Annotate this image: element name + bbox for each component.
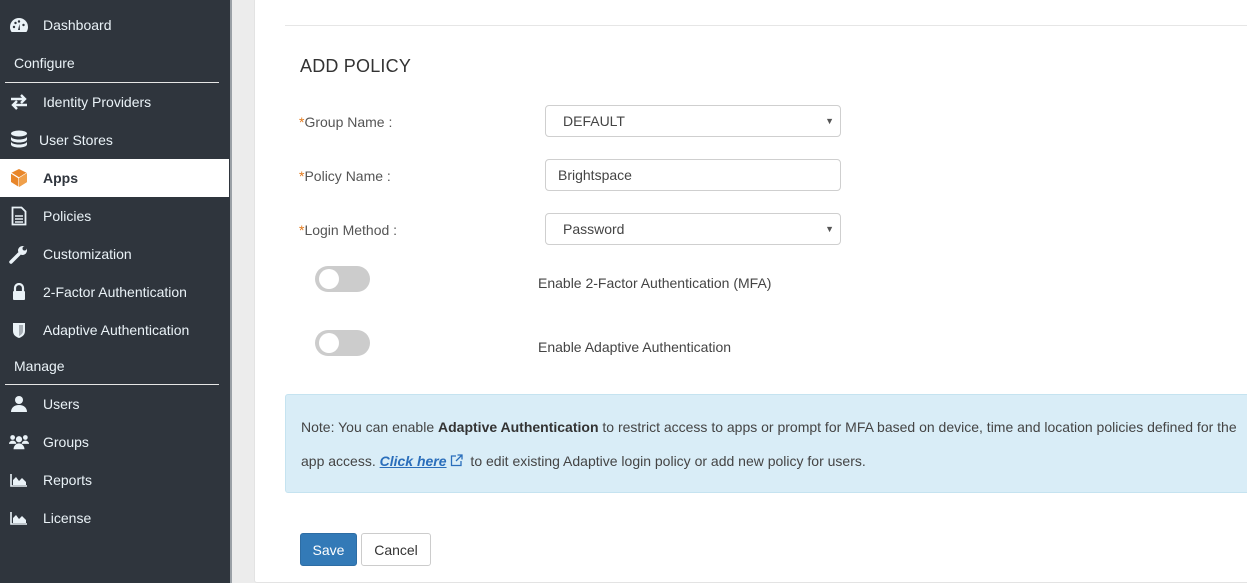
info-note: Note: You can enable Adaptive Authentica… bbox=[285, 394, 1247, 493]
section-configure: Configure bbox=[14, 55, 75, 71]
login-method-select[interactable]: Password ▼ bbox=[545, 213, 841, 245]
section-manage: Manage bbox=[14, 358, 65, 374]
click-here-link[interactable]: Click here bbox=[380, 453, 447, 469]
area-chart-icon bbox=[9, 508, 29, 528]
sidebar-item-label: Users bbox=[43, 396, 80, 412]
sidebar-edge bbox=[230, 0, 232, 583]
sidebar-item-apps[interactable]: Apps bbox=[0, 159, 229, 197]
policy-name-label: *Policy Name : bbox=[299, 168, 391, 184]
sidebar-item-label: Identity Providers bbox=[43, 94, 152, 110]
note-line-2: app access. Click here to edit existing … bbox=[301, 453, 866, 470]
divider bbox=[285, 25, 1247, 26]
sidebar-item-label: 2-Factor Authentication bbox=[43, 284, 187, 300]
chevron-down-icon: ▼ bbox=[825, 224, 834, 234]
sidebar-item-label: Policies bbox=[43, 208, 92, 224]
sidebar-item-label: License bbox=[43, 510, 92, 526]
sidebar-item-license[interactable]: License bbox=[0, 499, 229, 537]
sidebar-item-adaptive-auth[interactable]: Adaptive Authentication bbox=[0, 311, 229, 349]
lock-icon bbox=[9, 282, 29, 302]
adaptive-auth-toggle-label: Enable Adaptive Authentication bbox=[538, 339, 732, 355]
sidebar-item-label: Apps bbox=[43, 170, 78, 186]
sidebar-item-label: Groups bbox=[43, 434, 89, 450]
dashboard-icon bbox=[9, 15, 29, 35]
sidebar-item-customization[interactable]: Customization bbox=[0, 235, 229, 273]
sidebar-item-groups[interactable]: Groups bbox=[0, 423, 229, 461]
sidebar-item-label: Adaptive Authentication bbox=[43, 322, 190, 338]
exchange-arrows-icon bbox=[9, 92, 29, 112]
sidebar: Dashboard Configure Identity Providers U… bbox=[0, 0, 230, 583]
policy-card bbox=[254, 0, 1247, 583]
area-chart-icon bbox=[9, 470, 29, 490]
login-method-label: *Login Method : bbox=[299, 222, 398, 238]
sidebar-item-dashboard[interactable]: Dashboard bbox=[0, 6, 229, 44]
sidebar-item-label: Reports bbox=[43, 472, 93, 488]
sidebar-item-label: Dashboard bbox=[43, 17, 112, 33]
document-icon bbox=[9, 206, 29, 226]
page-title: ADD POLICY bbox=[300, 56, 412, 76]
policy-name-input[interactable]: Brightspace bbox=[545, 159, 841, 191]
group-name-label: *Group Name : bbox=[299, 114, 393, 130]
cube-icon bbox=[9, 168, 29, 188]
sidebar-item-reports[interactable]: Reports bbox=[0, 461, 229, 499]
database-icon bbox=[9, 130, 29, 150]
users-group-icon bbox=[9, 432, 29, 452]
toggle-knob bbox=[319, 269, 339, 289]
wrench-icon bbox=[9, 244, 29, 264]
cancel-button[interactable]: Cancel bbox=[361, 533, 431, 566]
mfa-toggle-label: Enable 2-Factor Authentication (MFA) bbox=[538, 275, 772, 291]
sidebar-item-user-stores[interactable]: User Stores bbox=[0, 121, 229, 159]
sidebar-item-policies[interactable]: Policies bbox=[0, 197, 229, 235]
group-name-select[interactable]: DEFAULT ▼ bbox=[545, 105, 841, 137]
user-icon bbox=[9, 394, 29, 414]
sidebar-item-users[interactable]: Users bbox=[0, 385, 229, 423]
save-button[interactable]: Save bbox=[300, 533, 357, 566]
toggle-knob bbox=[319, 333, 339, 353]
adaptive-auth-toggle[interactable] bbox=[315, 330, 370, 356]
sidebar-item-2fa[interactable]: 2-Factor Authentication bbox=[0, 273, 229, 311]
mfa-toggle[interactable] bbox=[315, 266, 370, 292]
note-line-1: Note: You can enable Adaptive Authentica… bbox=[301, 419, 1237, 435]
shield-icon bbox=[9, 320, 29, 340]
sidebar-item-identity-providers[interactable]: Identity Providers bbox=[0, 83, 229, 121]
chevron-down-icon: ▼ bbox=[825, 116, 834, 126]
sidebar-item-label: Customization bbox=[43, 246, 132, 262]
sidebar-item-label: User Stores bbox=[39, 132, 113, 148]
external-link-icon[interactable] bbox=[450, 454, 463, 470]
